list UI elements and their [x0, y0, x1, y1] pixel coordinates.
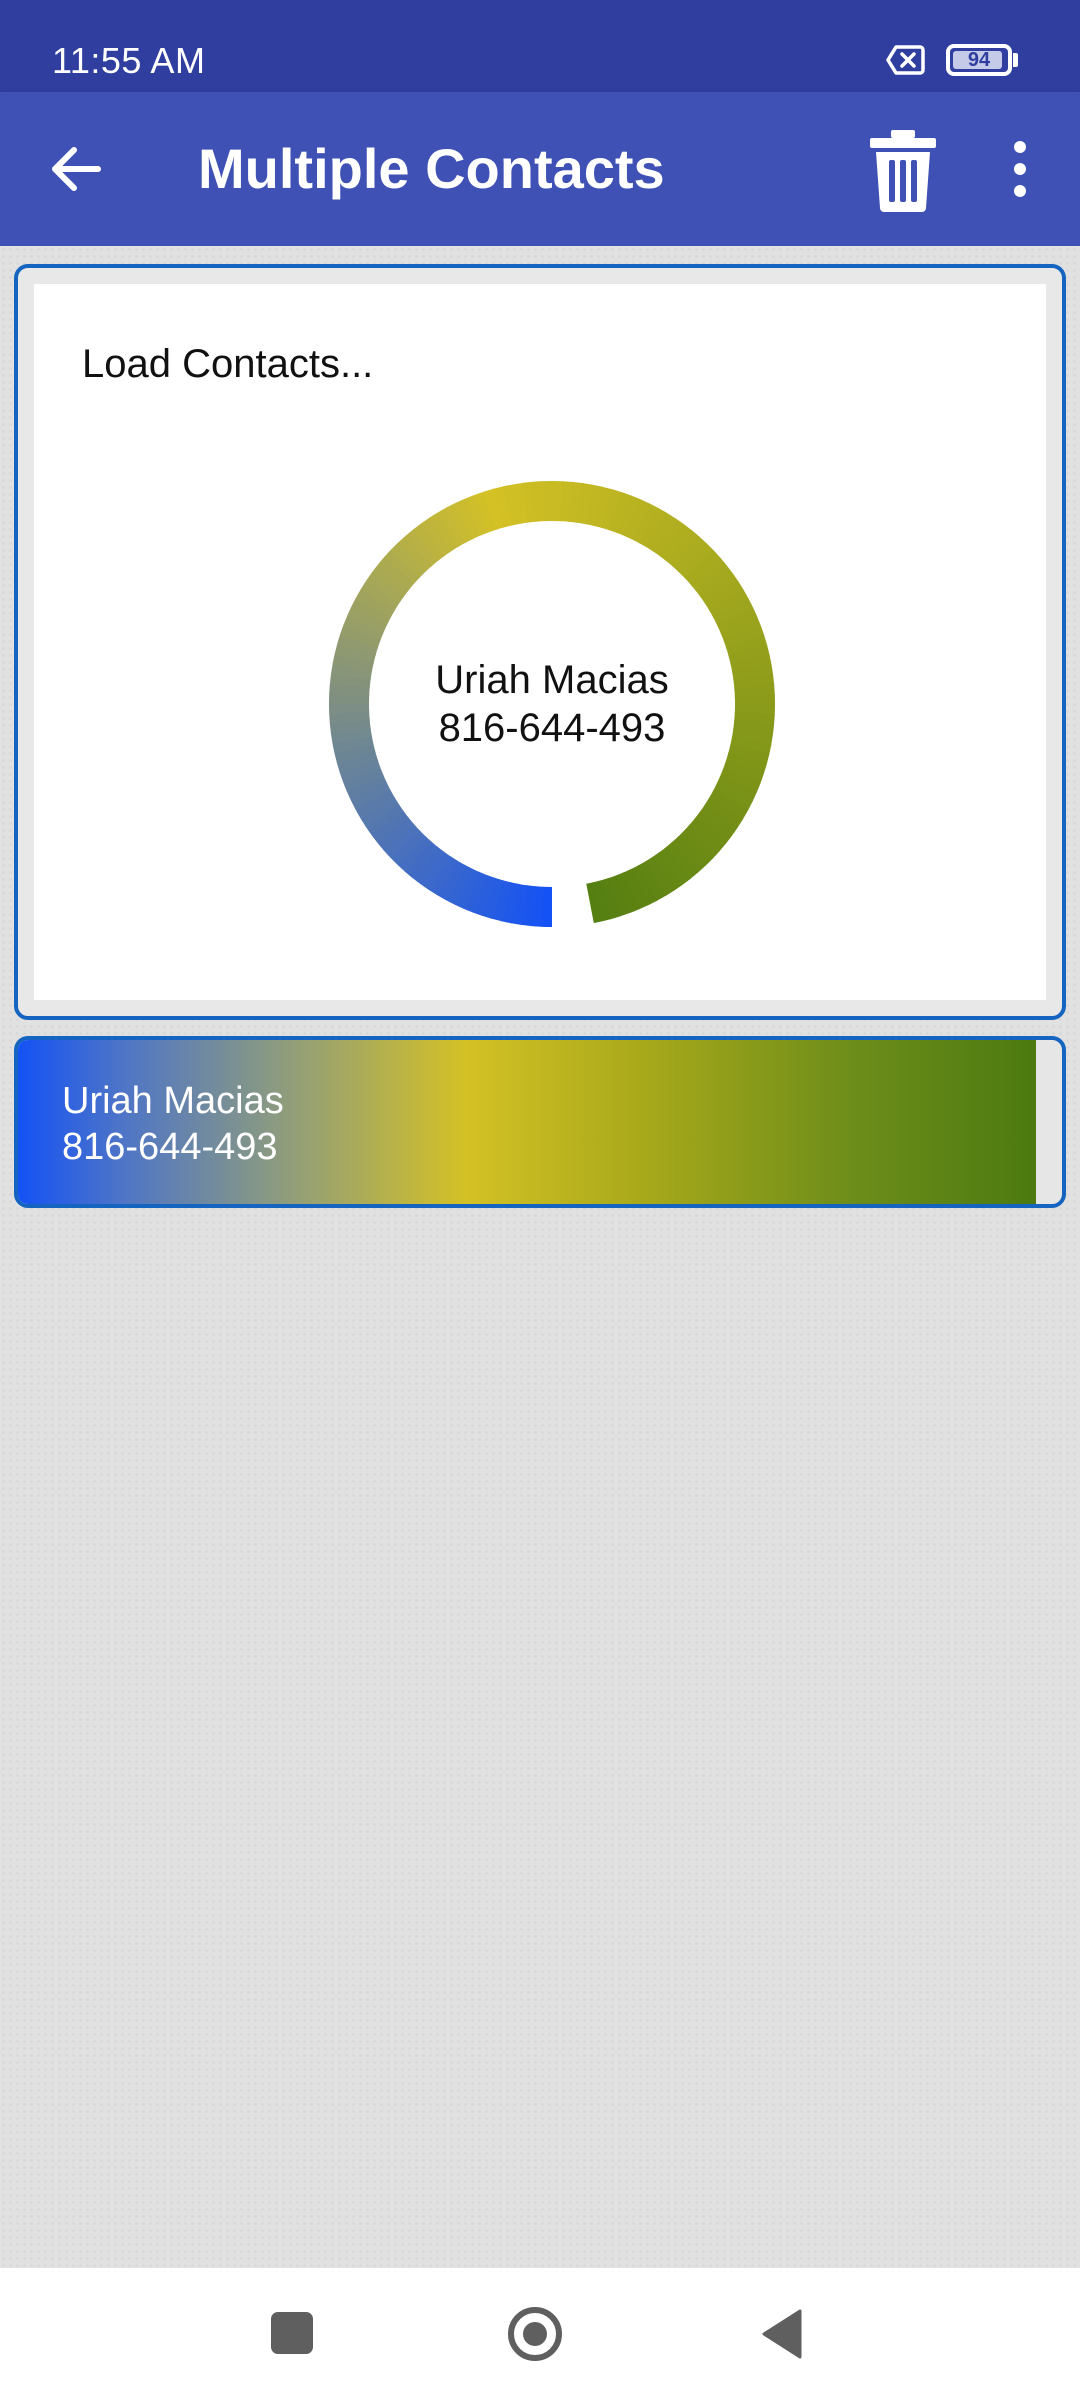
status-time: 11:55 AM	[52, 40, 206, 81]
back-arrow-icon[interactable]	[36, 129, 116, 209]
battery-tip	[1013, 53, 1018, 67]
no-sim-icon	[886, 45, 925, 75]
status-bar: 11:55 AM 94	[0, 0, 1080, 92]
trash-icon[interactable]	[862, 124, 944, 214]
back-icon[interactable]	[760, 2309, 802, 2359]
content-area: Load Contacts... Uriah Macias 816-644-49…	[0, 246, 1080, 2268]
navigation-bar	[0, 2268, 1080, 2400]
contact-item-name: Uriah Macias	[62, 1080, 284, 1122]
contact-item-text: Uriah Macias 816-644-493	[62, 1078, 284, 1170]
ring-contact-phone: 816-644-493	[438, 706, 666, 750]
home-icon[interactable]	[508, 2307, 562, 2361]
card-inner: Load Contacts... Uriah Macias 816-644-49…	[34, 284, 1046, 1000]
load-contacts-title: Load Contacts...	[82, 342, 374, 386]
contact-list-item[interactable]: Uriah Macias 816-644-493	[14, 1036, 1066, 1208]
load-contacts-card: Load Contacts... Uriah Macias 816-644-49…	[14, 264, 1066, 1020]
home-icon-dot	[523, 2322, 547, 2346]
page-title: Multiple Contacts	[198, 137, 665, 200]
toolbar: Multiple Contacts	[0, 92, 1080, 246]
battery-level: 94	[967, 49, 991, 71]
ring-contact-name: Uriah Macias	[435, 658, 669, 702]
ring-contact: Uriah Macias 816-644-493	[322, 474, 782, 934]
contact-item-phone: 816-644-493	[62, 1126, 278, 1168]
recent-apps-icon[interactable]	[271, 2312, 313, 2354]
more-vert-icon[interactable]	[990, 129, 1050, 209]
battery-icon: 94	[946, 44, 1012, 76]
